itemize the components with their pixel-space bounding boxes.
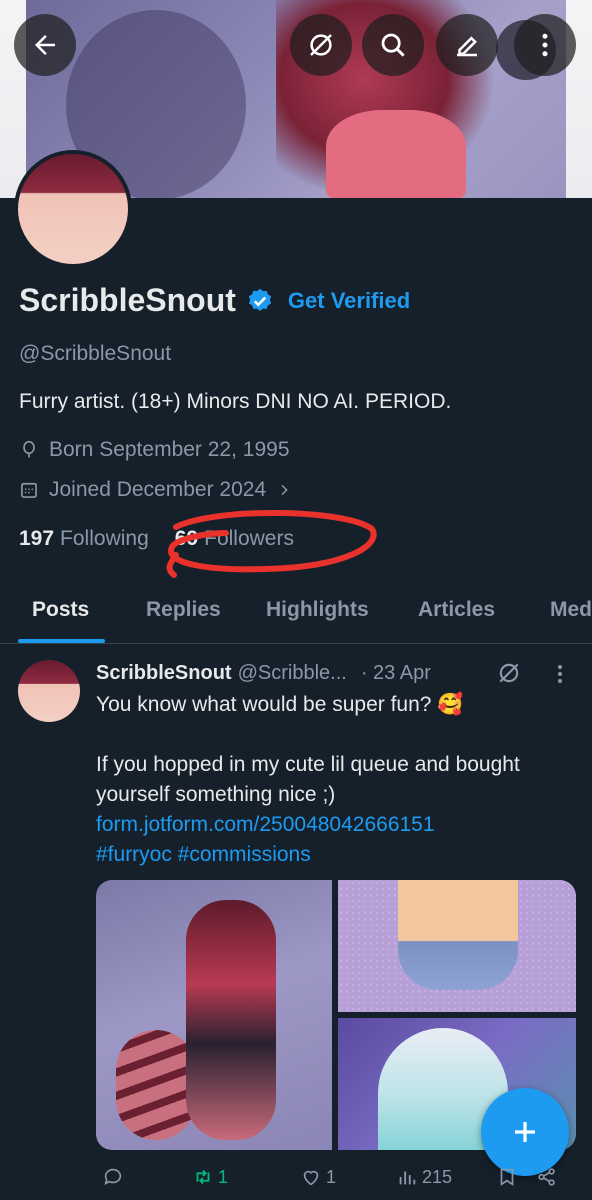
joined-row: Joined December 2024 xyxy=(19,478,292,502)
profile-name-row: ScribbleSnout Get Verified xyxy=(19,282,410,319)
post-link[interactable]: form.jotform.com/250048042666151 xyxy=(96,810,586,840)
share-button[interactable] xyxy=(536,1166,558,1188)
search-button[interactable] xyxy=(362,14,424,76)
profile-bio: Furry artist. (18+) Minors DNI NO AI. PE… xyxy=(19,390,452,413)
reply-icon xyxy=(104,1168,122,1185)
profile-tabs: Posts Replies Highlights Articles Media xyxy=(0,586,592,644)
search-icon xyxy=(381,33,405,57)
heart-icon xyxy=(303,1170,319,1186)
post-line-1: You know what would be super fun? 🥰 xyxy=(96,693,464,716)
tab-replies[interactable]: Replies xyxy=(146,598,221,622)
post-author-avatar[interactable] xyxy=(18,660,80,722)
share-icon xyxy=(538,1168,555,1186)
tab-posts[interactable]: Posts xyxy=(32,598,89,622)
retweet-icon xyxy=(196,1169,210,1185)
chevron-right-icon[interactable] xyxy=(276,482,292,498)
following-stat[interactable]: 197 Following xyxy=(19,527,149,551)
verified-badge-icon[interactable] xyxy=(246,287,274,315)
get-verified-link[interactable]: Get Verified xyxy=(288,288,410,314)
grok-icon[interactable] xyxy=(496,660,522,686)
like-count: 1 xyxy=(326,1166,337,1187)
profile-handle: @ScribbleSnout xyxy=(19,342,172,365)
tab-articles[interactable]: Articles xyxy=(418,598,495,622)
more-options-button[interactable] xyxy=(514,14,576,76)
post-body: You know what would be super fun? 🥰 If y… xyxy=(96,690,586,870)
followers-count: 69 xyxy=(174,527,199,550)
views-button[interactable]: 215 xyxy=(396,1166,452,1188)
bookmark-button[interactable] xyxy=(496,1166,518,1188)
more-vertical-icon[interactable] xyxy=(552,662,568,686)
avatar-image xyxy=(18,154,128,264)
post-author-handle[interactable]: @Scribble... xyxy=(238,662,347,685)
bookmark-icon xyxy=(500,1168,514,1186)
follow-stats: 197 Following 69 Followers xyxy=(19,527,294,551)
retweet-button[interactable]: 1 xyxy=(192,1166,228,1188)
post-header: ScribbleSnout @Scribble... · 23 Apr xyxy=(96,662,431,685)
post-actions: 1 1 215 xyxy=(96,1162,592,1198)
post-author-name[interactable]: ScribbleSnout xyxy=(96,662,232,685)
following-count: 197 xyxy=(19,527,55,550)
more-vertical-icon xyxy=(542,33,548,57)
birthday-text: Born September 22, 1995 xyxy=(49,438,290,461)
active-tab-indicator xyxy=(18,639,105,643)
edit-icon xyxy=(457,36,477,57)
joined-text: Joined December 2024 xyxy=(49,478,267,501)
media-image-1[interactable] xyxy=(96,880,332,1150)
edit-button[interactable] xyxy=(436,14,498,76)
profile-name: ScribbleSnout xyxy=(19,282,236,318)
post-hashtags[interactable]: #furryoc #commissions xyxy=(96,840,586,870)
post-line-2: If you hopped in my cute lil queue and b… xyxy=(96,753,520,806)
post-date[interactable]: · 23 Apr xyxy=(361,662,431,685)
back-arrow-icon xyxy=(35,35,55,55)
like-button[interactable]: 1 xyxy=(300,1166,336,1188)
views-count: 215 xyxy=(422,1166,453,1187)
followers-label: Followers xyxy=(204,527,294,550)
media-image-2[interactable] xyxy=(338,880,576,1012)
views-chart-icon xyxy=(399,1171,416,1185)
calendar-icon xyxy=(21,482,37,498)
reply-button[interactable] xyxy=(102,1166,128,1188)
back-button[interactable] xyxy=(14,14,76,76)
birthday-row: Born September 22, 1995 xyxy=(19,438,290,462)
tab-highlights[interactable]: Highlights xyxy=(266,598,369,622)
followers-stat[interactable]: 69 Followers xyxy=(175,527,294,551)
grok-icon xyxy=(310,34,332,56)
profile-avatar[interactable] xyxy=(14,150,132,268)
balloon-icon xyxy=(23,440,35,458)
retweet-count: 1 xyxy=(218,1166,229,1187)
grok-button[interactable] xyxy=(290,14,352,76)
plus-icon xyxy=(515,1122,535,1142)
following-label: Following xyxy=(60,527,149,550)
tab-media[interactable]: Media xyxy=(550,598,592,622)
